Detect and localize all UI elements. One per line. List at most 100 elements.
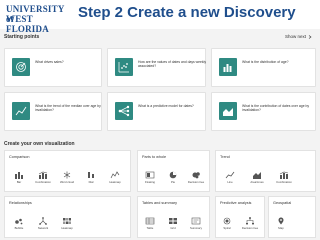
viz-dial[interactable]: Dial [81,170,101,188]
summary-icon [191,217,201,224]
distribution-icon [219,58,237,76]
grid-icon [169,217,177,224]
viz-group-title: Comparison [9,155,30,159]
viz-summary[interactable]: Summary [186,216,206,234]
dial-icon [88,171,94,178]
starting-point-card-5[interactable]: What is a predictive model for dates? [107,92,206,131]
trend-icon [12,102,30,120]
viz-table[interactable]: Table [140,216,160,234]
starting-point-label: What is the trend of the median over age… [35,104,101,113]
scatter-icon [115,58,133,76]
starting-points-heading: Starting points [4,34,40,40]
viz-heatmap-relationship[interactable]: Heatmap [57,216,77,234]
combination-chart-icon [279,171,289,179]
viz-spiral[interactable]: Spiral [217,216,237,234]
show-next-button[interactable]: Show next [285,34,312,39]
starting-point-card-3[interactable]: What is the distribution of age? [211,48,316,87]
viz-group-parts-to-whole: Parts to whole Floating Pie Decision tre… [137,150,210,192]
viz-heatmap[interactable]: Heatmap [105,170,125,188]
page-title: Step 2 Create a new Discovery [78,4,296,21]
combination-chart-icon [38,171,48,179]
viz-group-title: Tables and summary [142,201,178,205]
starting-point-card-1[interactable]: What drives sales? [4,48,102,87]
viz-group-comparison: Comparison Bar Combination Word cloud Di… [4,150,131,192]
viz-group-title: Relationships [9,201,32,205]
viz-label: Combination [35,180,51,184]
table-icon [145,217,155,224]
area-chart-icon [253,171,261,179]
viz-combination[interactable]: Combination [33,170,53,188]
viz-bubble[interactable]: Bubble [9,216,29,234]
starting-point-label: What is the distribution of age? [242,60,289,64]
viz-map[interactable]: Map [271,216,291,234]
viz-label: Bar [16,180,22,184]
viz-grid[interactable]: Grid [163,216,183,234]
viz-label: Floating [145,180,155,184]
decision-tree-icon [192,171,200,178]
starting-point-label: What is a predictive model for dates? [138,104,194,108]
starting-point-card-6[interactable]: What is the contribution of dates over a… [211,92,316,131]
floating-icon [145,171,155,178]
viz-label: Summary [190,226,202,230]
starting-point-card-2[interactable]: How are the values of dates and days wee… [107,48,206,87]
decision-tree-icon [246,216,254,224]
viz-combination-trend[interactable]: Combination [274,170,294,188]
viz-label: Word cloud [59,180,75,184]
viz-network[interactable]: Network [33,216,53,234]
viz-floating[interactable]: Floating [140,170,160,188]
viz-pie[interactable]: Pie [163,170,183,188]
viz-group-trend: Trend Line Area/Lines Combination [215,150,316,192]
viz-group-tables-summary: Tables and summary Table Grid Summary [137,196,210,238]
network-icon [115,102,133,120]
bubble-chart-icon [15,218,23,224]
viz-group-title: Geospatial [273,201,292,205]
starting-points-bar: Starting points Show next [0,33,320,45]
starting-point-label: What drives sales? [35,60,64,64]
viz-label: Network [37,226,49,230]
network-icon [39,216,47,225]
viz-bar[interactable]: Bar [9,170,29,188]
area-icon [219,102,237,120]
target-icon [12,58,30,76]
university-logo: UNIVERSITY of WEST FLORIDA [3,2,69,34]
viz-decision-tree-predictive[interactable]: Decision tree [240,216,260,234]
viz-label: Heatmap [61,226,73,230]
viz-group-title: Trend [220,155,230,159]
starting-point-label: What is the contribution of dates over a… [242,104,310,113]
create-visualization-heading: Create your own visualization [4,141,75,147]
viz-group-predictive-analysis: Predictive analysis Spiral Decision tree [215,196,265,238]
viz-label: Table [146,226,154,230]
viz-label: Combination [276,180,292,184]
viz-label: Line [227,180,233,184]
heatmap-icon [63,217,71,224]
bar-chart-icon [15,171,23,179]
viz-label: Decision tree [241,226,259,230]
viz-label: Decision tree [187,180,205,184]
viz-group-geospatial: Geospatial Map [268,196,316,238]
viz-label: Spiral [223,226,231,230]
viz-label: Pie [170,180,176,184]
viz-word-cloud[interactable]: Word cloud [57,170,77,188]
viz-line[interactable]: Line [220,170,240,188]
viz-group-title: Predictive analysis [220,201,252,205]
logo-line-2: WEST FLORIDA [6,14,49,34]
viz-label: Dial [88,180,94,184]
spiral-icon [223,217,231,224]
heatmap-icon [110,170,120,178]
line-chart-icon [225,171,235,178]
viz-label: Area/Lines [250,180,264,184]
show-next-label: Show next [284,34,306,39]
viz-label: Map [278,226,284,230]
viz-group-title: Parts to whole [142,155,167,159]
starting-point-card-4[interactable]: What is the trend of the median over age… [4,92,102,131]
map-pin-icon [278,217,284,224]
viz-decision-tree[interactable]: Decision tree [186,170,206,188]
header: UNIVERSITY of WEST FLORIDA Step 2 Create… [0,0,320,34]
starting-point-label: How are the values of dates and days wee… [138,60,207,69]
viz-label: Heatmap [109,180,121,184]
viz-area-lines[interactable]: Area/Lines [247,170,267,188]
viz-label: Bubble [14,226,24,230]
viz-label: Grid [170,226,176,230]
pie-chart-icon [169,171,177,178]
viz-group-relationships: Relationships Bubble Network Heatmap [4,196,131,238]
